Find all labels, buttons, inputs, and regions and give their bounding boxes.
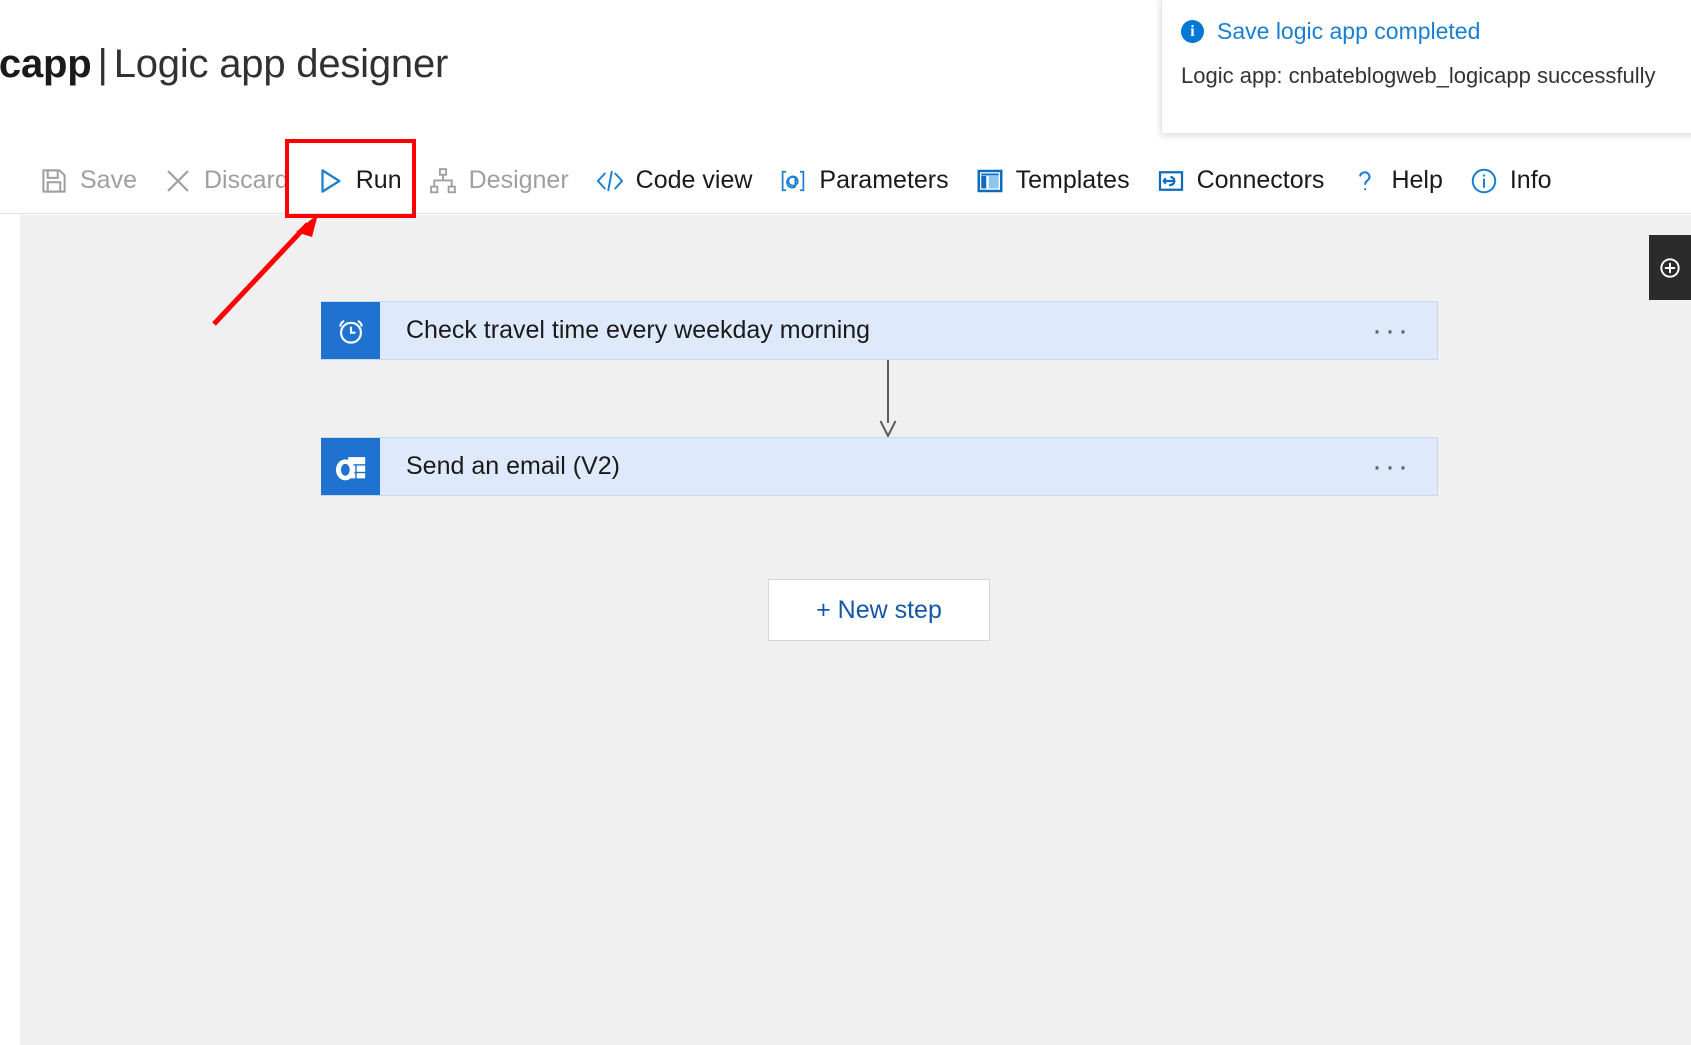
run-label: Run: [355, 166, 402, 194]
run-button[interactable]: Run: [302, 148, 415, 214]
discard-label: Discard: [203, 166, 289, 194]
connectors-icon: [1156, 166, 1186, 196]
templates-icon: [975, 166, 1005, 196]
question-icon: [1350, 166, 1380, 196]
connector-arrow: [876, 360, 900, 439]
title-separator: |: [97, 42, 108, 86]
code-view-button[interactable]: Code view: [582, 148, 766, 214]
parameters-icon: [778, 166, 808, 196]
sitemap-icon: [428, 166, 458, 196]
designer-canvas: Check travel time every weekday morning …: [20, 215, 1691, 1045]
workflow-card-title: Check travel time every weekday morning: [406, 316, 871, 344]
notification-title[interactable]: Save logic app completed: [1217, 16, 1480, 46]
info-icon: i: [1181, 20, 1204, 43]
page-title: icapp|Logic app designer: [0, 42, 448, 87]
designer-button[interactable]: Designer: [415, 148, 582, 214]
workflow-card-title: Send an email (V2): [406, 452, 621, 480]
notification-toast: i Save logic app completed Logic app: cn…: [1161, 0, 1691, 133]
command-bar: Save Discard Run Designer Code view Para…: [0, 148, 1691, 214]
templates-button[interactable]: Templates: [962, 148, 1143, 214]
notification-header: i Save logic app completed: [1181, 16, 1691, 46]
help-button[interactable]: Help: [1337, 148, 1455, 214]
connectors-button[interactable]: Connectors: [1143, 148, 1338, 214]
save-label: Save: [80, 166, 137, 194]
code-icon: [595, 166, 625, 196]
workflow-card-trigger[interactable]: Check travel time every weekday morning …: [321, 301, 1438, 360]
workflow-card-action[interactable]: Send an email (V2) ···: [321, 437, 1438, 496]
save-button[interactable]: Save: [26, 148, 150, 214]
save-icon: [39, 166, 69, 196]
code-view-label: Code view: [635, 166, 753, 194]
resource-name: icapp: [0, 42, 92, 86]
card-overflow-menu[interactable]: ···: [1372, 451, 1411, 481]
parameters-button[interactable]: Parameters: [765, 148, 961, 214]
play-icon: [315, 166, 345, 196]
card-overflow-menu[interactable]: ···: [1372, 315, 1411, 345]
outlook-icon: [321, 438, 380, 495]
templates-label: Templates: [1015, 166, 1130, 194]
info-label: Info: [1509, 166, 1552, 194]
logic-app-designer-page: icapp|Logic app designer i Save logic ap…: [0, 0, 1691, 1045]
help-label: Help: [1391, 166, 1443, 194]
parameters-label: Parameters: [819, 166, 949, 194]
zoom-control-panel[interactable]: [1649, 235, 1691, 300]
info-button[interactable]: Info: [1456, 148, 1565, 214]
connectors-label: Connectors: [1196, 166, 1325, 194]
page-subtitle: Logic app designer: [113, 42, 449, 86]
discard-button[interactable]: Discard: [150, 148, 302, 214]
zoom-in-icon: [1660, 257, 1680, 278]
designer-label: Designer: [468, 166, 569, 194]
alarm-clock-icon: [321, 302, 380, 359]
close-icon: [163, 166, 193, 196]
new-step-button[interactable]: + New step: [768, 579, 990, 641]
new-step-label: + New step: [816, 595, 942, 624]
notification-body: Logic app: cnbateblogweb_logicapp succes…: [1181, 63, 1656, 88]
info-circle-icon: [1469, 166, 1499, 196]
